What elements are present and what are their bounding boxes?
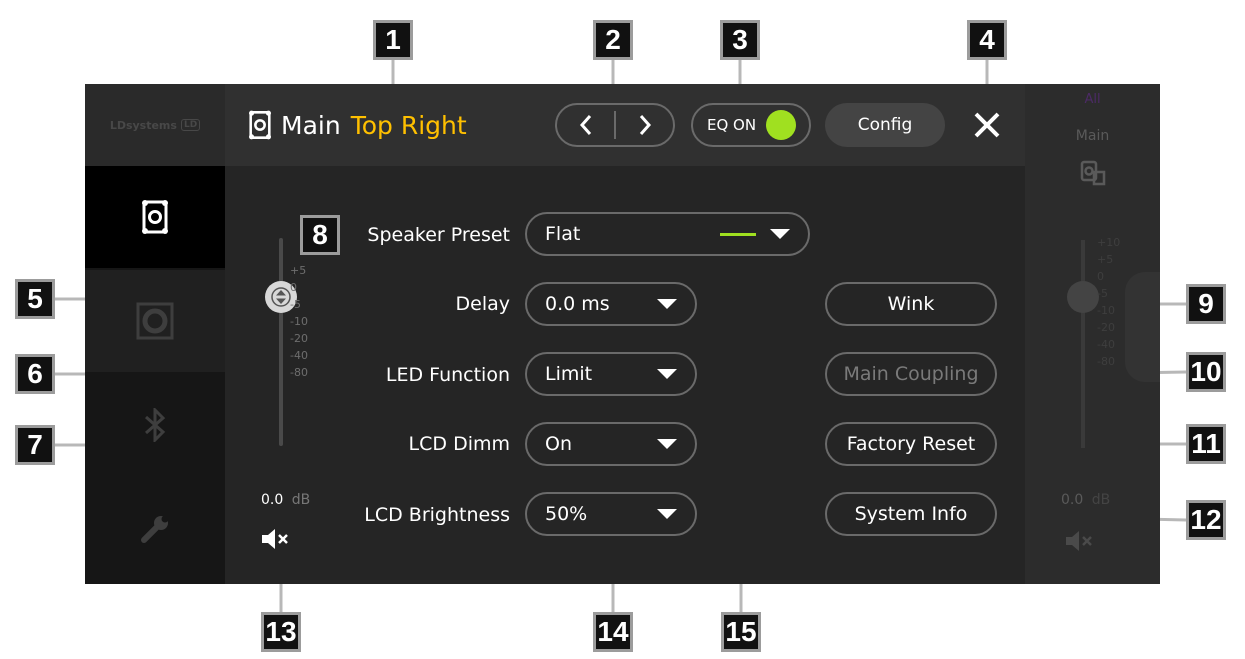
close-button[interactable] [965,103,1009,147]
led-function-label: LED Function [385,364,510,386]
callout-10: 10 [1186,352,1226,392]
channel-strip-panel: All Main +10 +5 0 -5 -10 -20 -40 -80 0.0… [1025,84,1160,584]
callout-2: 2 [593,20,633,60]
callout-9: 9 [1186,284,1226,324]
wink-button[interactable]: Wink [825,282,997,326]
level-fader-track[interactable] [279,238,283,446]
eq-toggle[interactable]: EQ ON [691,103,811,147]
speaker-navigation [555,103,675,147]
delay-dropdown[interactable]: 0.0 ms [525,282,697,326]
channel-level-readout: 0.0 dB [1061,492,1111,508]
speaker-settings-window: LDsystems LD Main Top Right EQ ON Config… [85,84,1160,584]
sidebar: LDsystems LD [85,84,225,584]
eq-status-indicator [766,110,797,140]
close-icon [974,112,1000,138]
callout-15: 15 [721,612,761,652]
next-button[interactable] [616,105,673,145]
lcd-dimm-label: LCD Dimm [408,433,510,455]
preset-color-line [720,232,756,236]
callout-12: 12 [1186,500,1226,540]
wrench-icon [141,515,169,543]
callout-5: 5 [15,279,55,319]
sidebar-item-bluetooth[interactable] [85,374,225,476]
bluetooth-icon [145,408,166,442]
group-label: All [1084,92,1101,107]
chevron-down-icon [657,369,677,379]
previous-button[interactable] [557,105,614,145]
chevron-right-icon [639,115,651,135]
callout-11: 11 [1186,424,1226,464]
sidebar-item-subwoofer[interactable] [85,270,225,372]
page-title: Main Top Right [249,104,467,146]
brand-logo: LDsystems LD [85,84,225,166]
sidebar-item-speaker[interactable] [85,166,225,268]
channel-fader-handle[interactable] [1067,281,1099,313]
chevron-left-icon [579,115,591,135]
callout-6: 6 [15,354,55,394]
subwoofer-icon [136,302,174,340]
factory-reset-button[interactable]: Factory Reset [825,422,997,466]
speaker-icon [249,110,271,140]
callout-8: 8 [300,215,340,255]
callout-4: 4 [967,20,1007,60]
eq-label: EQ ON [707,116,757,134]
chevron-down-icon [657,299,677,309]
callout-13: 13 [261,612,301,652]
lcd-dimm-dropdown[interactable]: On [525,422,697,466]
config-button[interactable]: Config [825,103,945,147]
speaker-link-icon [1080,160,1106,186]
speaker-icon [142,200,168,234]
system-info-button[interactable]: System Info [825,492,997,536]
chevron-down-icon [657,509,677,519]
channel-scale: +10 +5 0 -5 -10 -20 -40 -80 [1097,236,1121,368]
callout-3: 3 [720,20,760,60]
chevron-down-icon [657,439,677,449]
title-main: Main [281,110,341,140]
led-function-dropdown[interactable]: Limit [525,352,697,396]
collapse-handle[interactable] [1125,272,1160,382]
main-coupling-button[interactable]: Main Coupling [825,352,997,396]
callout-14: 14 [593,612,633,652]
sidebar-item-tools[interactable] [85,478,225,580]
mute-icon[interactable] [1065,530,1095,552]
mute-button[interactable] [261,528,291,554]
lcd-brightness-label: LCD Brightness [364,504,510,526]
speaker-preset-dropdown[interactable]: Flat [525,212,810,256]
level-readout: 0.0 dB [261,492,311,508]
mute-icon [262,529,288,549]
delay-label: Delay [455,293,511,315]
callout-7: 7 [15,425,55,465]
chevron-down-icon [770,229,790,239]
up-down-arrows-icon [271,287,291,307]
header-bar: Main Top Right EQ ON Config [225,84,1025,166]
channel-label: Main [1075,128,1110,144]
lcd-brightness-dropdown[interactable]: 50% [525,492,697,536]
channel-fader-track[interactable] [1081,240,1085,448]
title-accent: Top Right [350,110,467,140]
callout-1: 1 [373,20,413,60]
